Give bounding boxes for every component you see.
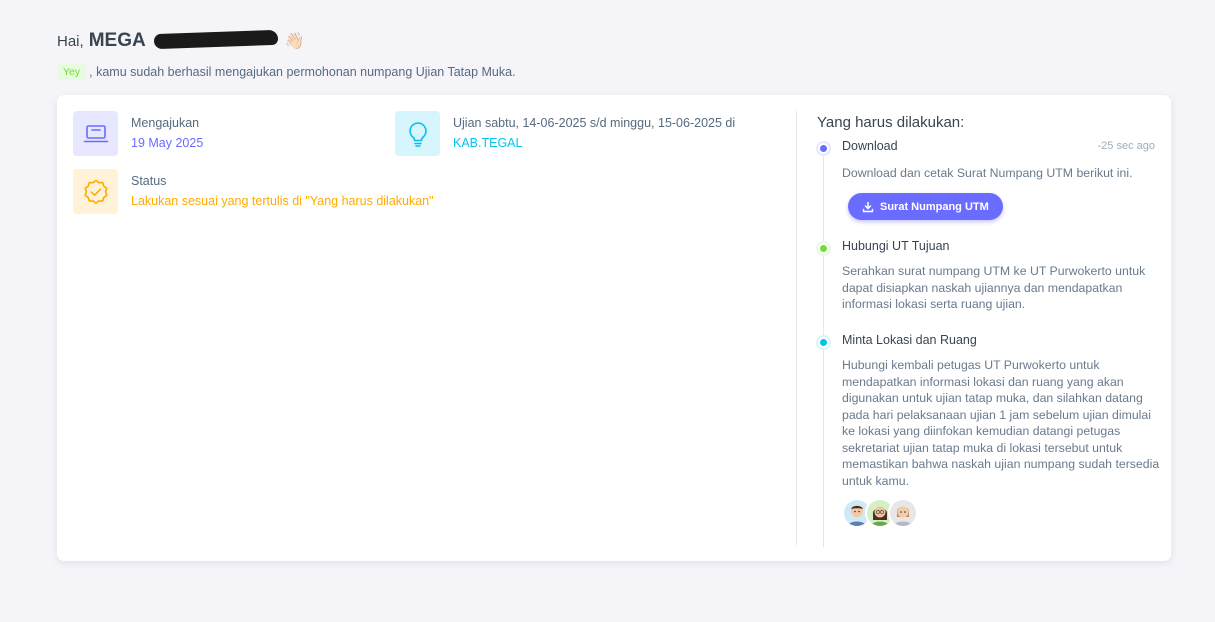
yey-badge: Yey xyxy=(57,64,87,80)
submitted-date: 19 May 2025 xyxy=(131,136,204,150)
timeline-dot-primary xyxy=(818,143,829,154)
timeline-dot-success xyxy=(818,243,829,254)
timeline-item-desc: Download dan cetak Surat Numpang UTM ber… xyxy=(842,166,1133,180)
exam-schedule: Ujian sabtu, 14-06-2025 s/d minggu, 15-0… xyxy=(453,116,736,130)
status-label: Status xyxy=(131,174,167,188)
download-button-label: Surat Numpang UTM xyxy=(880,200,989,213)
greeting-hai: Hai, xyxy=(57,33,84,50)
redacted-name-mark xyxy=(153,29,278,50)
download-surat-button[interactable]: Surat Numpang UTM xyxy=(848,193,1003,220)
success-message: Yey , kamu sudah berhasil mengajukan per… xyxy=(57,64,516,80)
status-value: Lakukan sesuai yang tertulis di "Yang ha… xyxy=(131,194,434,208)
success-text: , kamu sudah berhasil mengajukan permoho… xyxy=(89,65,516,79)
timeline-item-title: Download xyxy=(842,139,898,153)
avatar[interactable] xyxy=(888,498,918,528)
timeline-item-time: -25 sec ago xyxy=(1097,140,1155,152)
badge-check-icon xyxy=(73,169,118,214)
user-name: MEGA xyxy=(88,30,146,51)
timeline-item-title: Minta Lokasi dan Ruang xyxy=(842,333,977,347)
greeting: Hai, MEGA 👋🏻 xyxy=(57,29,305,52)
exam-info: Ujian sabtu, 14-06-2025 s/d minggu, 15-0… xyxy=(395,111,735,156)
submitted-label: Mengajukan xyxy=(131,116,200,130)
timeline-line xyxy=(823,151,824,547)
download-icon xyxy=(862,201,874,212)
wave-emoji: 👋🏻 xyxy=(284,33,305,50)
timeline-item-title: Hubungi UT Tujuan xyxy=(842,239,950,253)
laptop-icon xyxy=(73,111,118,156)
submitted-info: Mengajukan 19 May 2025 xyxy=(73,111,203,156)
timeline-item-desc: Serahkan surat numpang UTM ke UT Purwoke… xyxy=(842,264,1146,311)
todo-title: Yang harus dilakukan: xyxy=(817,114,965,131)
lightbulb-icon xyxy=(395,111,440,156)
timeline-item-desc: Hubungi kembali petugas UT Purwokerto un… xyxy=(842,358,1160,488)
vertical-divider xyxy=(796,111,797,545)
application-card: Mengajukan 19 May 2025 Ujian sabtu, 14-0… xyxy=(57,95,1171,561)
status-info: Status Lakukan sesuai yang tertulis di "… xyxy=(73,169,434,214)
exam-location: KAB.TEGAL xyxy=(453,136,523,150)
timeline-dot-info xyxy=(818,337,829,348)
avatar-group xyxy=(842,498,918,528)
